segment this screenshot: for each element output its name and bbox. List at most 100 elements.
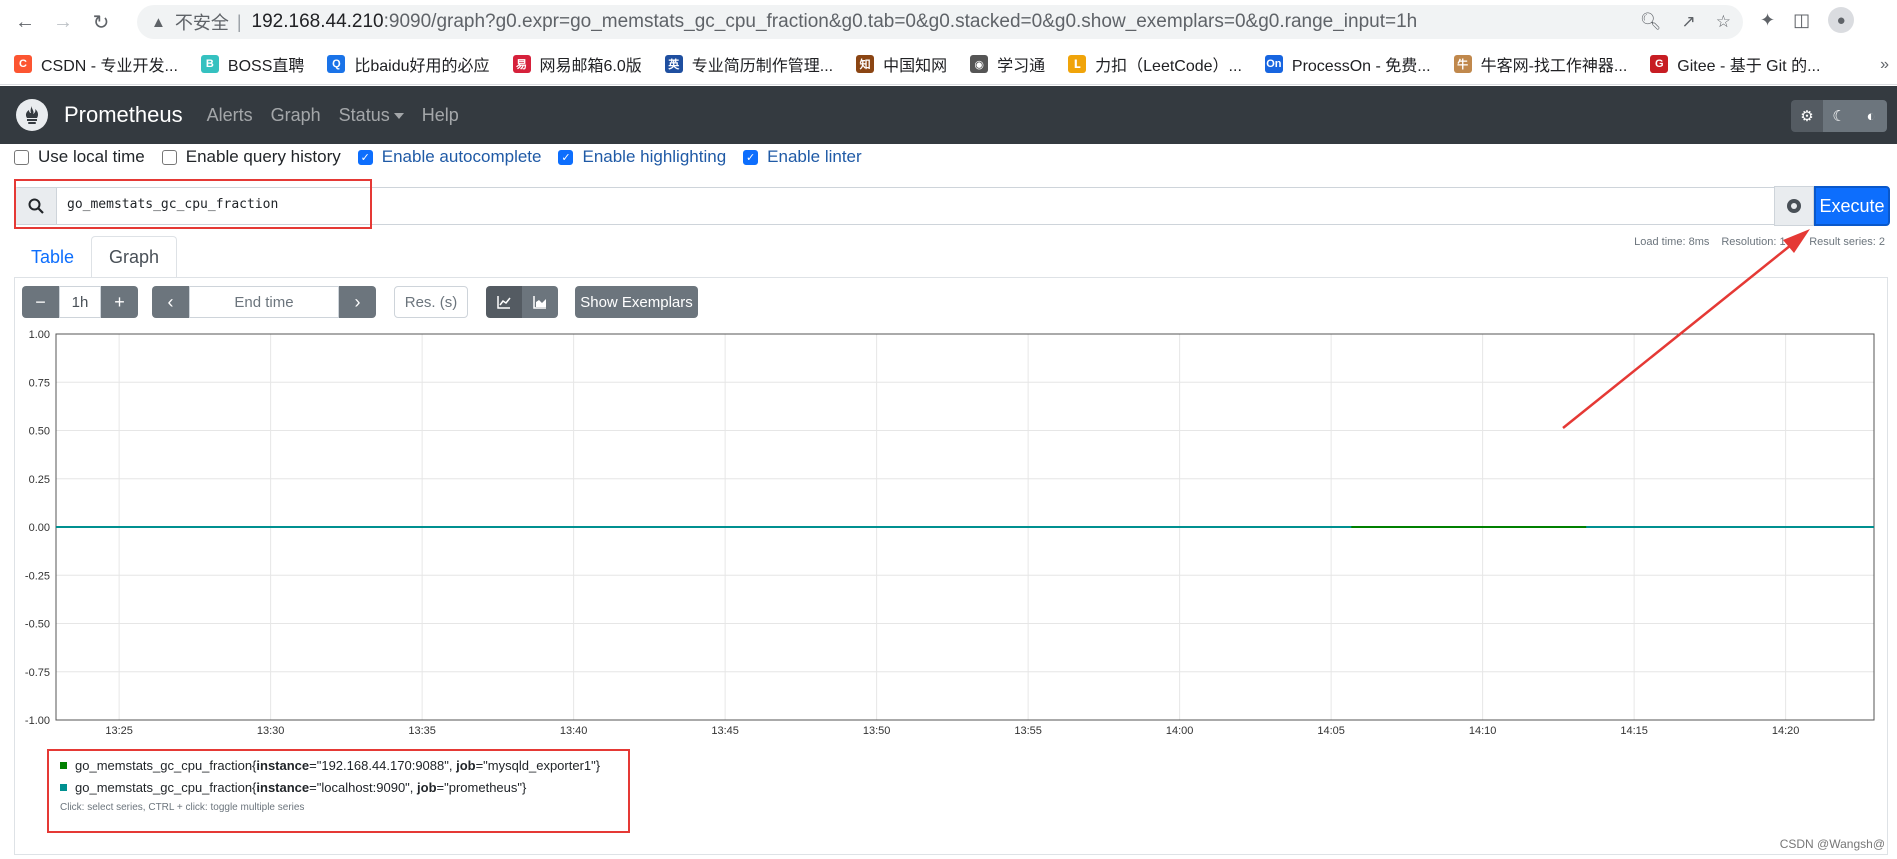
bookmark-item[interactable]: G Gitee - 基于 Git 的... [1650, 52, 1820, 76]
profile-icon[interactable]: ● [1828, 7, 1855, 33]
x-tick-label: 14:15 [1620, 725, 1648, 736]
bookmark-item[interactable]: 知中国知网 [856, 52, 947, 76]
share-icon[interactable]: ↗ [1682, 12, 1696, 32]
insecure-label[interactable]: 不安全 [175, 9, 229, 35]
bookmark-favicon-icon: 英 [664, 55, 683, 73]
nav-alerts[interactable]: Alerts [207, 105, 253, 126]
bookmark-favicon-icon: Q [327, 55, 346, 73]
nav-graph[interactable]: Graph [271, 105, 321, 126]
range-control: − 1h + [22, 286, 138, 318]
x-tick-label: 13:25 [105, 725, 133, 736]
option-label: Enable query history [185, 147, 341, 166]
omnibox-actions: 🔍︎ ↗ ☆ [1640, 5, 1731, 39]
x-tick-label: 13:55 [1014, 725, 1042, 736]
y-tick-label: -0.75 [25, 667, 50, 679]
query-options: Use local time Enable query history ✓ Enabl… [14, 146, 879, 168]
x-tick-label: 14:00 [1166, 725, 1194, 736]
bookmark-favicon-icon: 牛 [1453, 55, 1472, 73]
tab-table[interactable]: Table [14, 236, 91, 278]
bookmark-item[interactable]: B BOSS直聘 [200, 52, 305, 76]
prometheus-logo-icon[interactable] [16, 99, 48, 131]
gear-icon[interactable]: ⚙ [1791, 100, 1823, 132]
forward-icon[interactable]: → [48, 7, 78, 37]
option-checkbox[interactable] [161, 149, 177, 165]
url-text[interactable]: 192.168.44.210:9090/graph?g0.expr=go_mem… [252, 11, 1418, 33]
option-checkbox[interactable]: ✓ [743, 149, 759, 165]
bookmark-item[interactable]: Q 比baidu好用的必应 [327, 52, 490, 76]
brand-title[interactable]: Prometheus [64, 102, 183, 128]
y-tick-label: 1.00 [29, 329, 50, 341]
bookmark-label: BOSS直聘 [227, 58, 305, 75]
resolution-input[interactable]: Res. (s) [394, 286, 468, 318]
stacked-chart-icon[interactable] [522, 286, 558, 318]
y-tick-label: 0.00 [29, 522, 50, 534]
query-stats: Load time: 8ms Resolution: 14s Result se… [1634, 236, 1885, 248]
option-label: Use local time [38, 147, 145, 166]
option-item[interactable]: ✓ Enable highlighting [558, 147, 726, 167]
sidepanel-icon[interactable]: ◫ [1793, 10, 1810, 31]
bookmark-label: 专业简历制作管理... [691, 58, 834, 75]
end-time-input[interactable]: End time [189, 286, 339, 318]
legend-highlight-box [47, 749, 630, 833]
back-icon[interactable]: ← [10, 7, 40, 37]
chevron-right-icon[interactable]: › [339, 286, 376, 318]
time-series-chart[interactable]: 1.00 0.75 0.50 0.25 0.00 -0.25 -0.50 -0.75 -1.00… [14, 326, 1884, 736]
option-checkbox[interactable]: ✓ [558, 149, 574, 165]
increase-range-button[interactable]: + [101, 286, 138, 318]
address-bar[interactable]: ▲ 不安全 | 192.168.44.210:9090/graph?g0.exp… [137, 5, 1743, 39]
bookmark-favicon-icon: G [1650, 55, 1669, 73]
tab-graph[interactable]: Graph [91, 236, 178, 278]
bookmark-star-icon[interactable]: ☆ [1716, 12, 1731, 32]
option-item[interactable]: ✓ Enable autocomplete [357, 147, 542, 167]
y-tick-label: -0.25 [25, 570, 50, 582]
chevron-left-icon[interactable]: ‹ [152, 286, 189, 318]
bookmark-item[interactable]: 牛牛客网-找工作神器... [1453, 52, 1627, 76]
nav-status[interactable]: Status [339, 105, 404, 126]
puzzle-icon[interactable]: ✦ [1760, 10, 1775, 31]
bookmark-item[interactable]: ᒪ 力扣（LeetCode）... [1068, 52, 1242, 76]
execute-button[interactable]: Execute [1814, 186, 1890, 226]
bookmark-item[interactable]: 易网易邮箱6.0版 [512, 52, 642, 76]
bookmark-favicon-icon: 知 [856, 55, 875, 73]
option-item[interactable]: ✓ Enable linter [743, 147, 862, 167]
option-label: Enable autocomplete [381, 147, 542, 166]
moon-icon[interactable]: ☾ [1823, 100, 1855, 132]
watermark: CSDN @Wangsh@ [1779, 837, 1885, 851]
bookmark-label: CSDN - 专业开发... [41, 58, 178, 75]
decrease-range-button[interactable]: − [22, 286, 59, 318]
x-tick-label: 13:45 [711, 725, 739, 736]
bookmark-favicon-icon: C [14, 55, 32, 73]
option-item[interactable]: Enable query history [161, 147, 341, 167]
url-separator: | [236, 11, 242, 32]
bookmark-label: 网易邮箱6.0版 [539, 58, 642, 75]
metrics-explorer-icon[interactable] [1774, 186, 1814, 226]
load-time: Load time: 8ms [1634, 236, 1710, 248]
reload-icon[interactable]: ↻ [86, 7, 116, 37]
chart-type-toggle [486, 286, 558, 318]
result-series-stat: Result series: 2 [1809, 236, 1885, 248]
half-circle-icon[interactable]: ◐ [1855, 100, 1887, 132]
bookmark-item[interactable]: 英专业简历制作管理... [664, 52, 834, 76]
bookmark-item[interactable]: ◉ 学习通 [970, 52, 1045, 76]
option-checkbox[interactable] [14, 149, 29, 165]
range-input[interactable]: 1h [59, 286, 101, 318]
option-item[interactable]: Use local time [14, 147, 145, 167]
bookmark-label: ProcessOn - 免费... [1291, 58, 1431, 75]
bookmark-favicon-icon: On [1264, 55, 1283, 73]
show-exemplars-button[interactable]: Show Exemplars [575, 286, 698, 318]
x-tick-label: 14:10 [1469, 725, 1497, 736]
line-chart-icon[interactable] [486, 286, 522, 318]
view-tabs: Table Graph [14, 236, 178, 278]
nav-status-label: Status [338, 104, 390, 125]
option-checkbox[interactable]: ✓ [357, 149, 373, 165]
warning-icon[interactable]: ▲ [151, 14, 166, 31]
url-host: 192.168.44.210 [251, 11, 384, 32]
x-tick-label: 13:50 [863, 725, 891, 736]
nav-help[interactable]: Help [422, 105, 459, 126]
chevron-down-icon [393, 112, 404, 119]
bookmark-item[interactable]: On ProcessOn - 免费... [1264, 52, 1431, 76]
bookmarks-overflow-icon[interactable]: » [1880, 56, 1889, 74]
zoom-icon[interactable]: 🔍︎ [1640, 12, 1662, 32]
bookmark-item[interactable]: C CSDN - 专业开发... [14, 52, 178, 76]
x-tick-label: 14:20 [1772, 725, 1800, 736]
